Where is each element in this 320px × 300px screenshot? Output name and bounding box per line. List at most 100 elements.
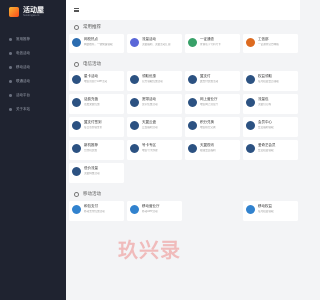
site-card[interactable]: 会员中心 会员福利领取 bbox=[243, 117, 298, 137]
card-text: 网上营业厅 电信网上营业厅 bbox=[200, 97, 218, 106]
card-desc: 每日签到领金币 bbox=[84, 126, 103, 129]
site-icon bbox=[130, 38, 139, 47]
card-text: 号卡专区电信号卡办理 bbox=[142, 143, 158, 152]
site-card[interactable]: 翼支付签到每日签到领金币 bbox=[69, 117, 124, 137]
section-title: 常用推荐 bbox=[83, 24, 101, 29]
card-text: 移动营业厅 移动APP活动 bbox=[142, 204, 160, 213]
site-card[interactable]: 流量活动 流量福利、流量活动汇总 bbox=[127, 34, 182, 53]
watermark: 玖兴录 bbox=[118, 238, 181, 262]
section-title: 电信活动 bbox=[83, 61, 101, 66]
card-text: 和包支付 移动支付优惠活动 bbox=[84, 204, 105, 213]
site-icon bbox=[130, 205, 139, 214]
tag-icon bbox=[74, 24, 79, 30]
card-title: 领取优惠 bbox=[142, 74, 156, 78]
app-title: 活动屋 bbox=[23, 6, 44, 14]
card-text: 新机推荐 合约机优惠 bbox=[84, 143, 98, 152]
site-card[interactable]: 流量包 流量包订购 bbox=[243, 94, 298, 114]
site-card[interactable]: 权益领取 每月权益会员领取 bbox=[243, 71, 298, 91]
card-title: 会员中心 bbox=[258, 120, 272, 124]
card-desc: 合约机优惠 bbox=[84, 149, 97, 152]
card-text: 翼支付签到每日签到领金币 bbox=[84, 120, 102, 129]
card-title: 天翼云盘 bbox=[142, 120, 156, 124]
site-icon bbox=[246, 98, 255, 107]
card-text: 移动权益 每月权益领取 bbox=[258, 204, 274, 213]
section-mobile-header: 移动活动 bbox=[66, 187, 300, 201]
site-card[interactable]: 领取优惠 官方领取优惠活动 bbox=[127, 71, 182, 91]
site-card[interactable]: 天翼视讯 视频会员福利 bbox=[185, 140, 240, 160]
site-icon bbox=[188, 75, 197, 84]
site-card[interactable]: 话费充值话费充值优惠 bbox=[69, 94, 124, 114]
section-title: 移动活动 bbox=[83, 191, 101, 196]
site-card[interactable]: 低价流量 流量特惠活动 bbox=[69, 163, 124, 183]
site-icon bbox=[130, 144, 139, 153]
sidebar-item-platform[interactable]: 活动平台 bbox=[0, 88, 66, 102]
nav-icon bbox=[9, 37, 12, 41]
card-text: 翼支付 翼支付优惠活动 bbox=[200, 74, 218, 83]
site-icon bbox=[130, 121, 139, 130]
site-card[interactable]: 工信部 一证通查官方网站 bbox=[243, 34, 298, 53]
card-text: 网校热点 网络推荐，一键快速领取 bbox=[84, 37, 113, 46]
card-text: 权益领取 每月权益会员领取 bbox=[258, 74, 279, 83]
site-card[interactable]: 天翼云盘云盘福利活动 bbox=[127, 117, 182, 137]
card-title: 新机推荐 bbox=[84, 143, 98, 147]
site-icon bbox=[130, 75, 139, 84]
sidebar-item-mobile[interactable]: 移动活动 bbox=[0, 60, 66, 74]
site-card[interactable]: 一证通查 查询名下号码号卡 bbox=[185, 34, 240, 53]
sidebar-item-label: 联通活动 bbox=[16, 78, 30, 83]
sidebar-item-unicom[interactable]: 联通活动 bbox=[0, 74, 66, 88]
sidebar-item-label: 移动活动 bbox=[16, 64, 30, 69]
site-card[interactable]: 移动权益 每月权益领取 bbox=[243, 201, 298, 221]
site-card[interactable]: 新机推荐 合约机优惠 bbox=[69, 140, 124, 160]
card-text: 星卡活动 电信营业厅APP活动 bbox=[84, 74, 107, 83]
card-text: 工信部 一证通查官方网站 bbox=[258, 37, 279, 46]
card-desc: 流量福利、流量活动汇总 bbox=[142, 43, 171, 46]
site-icon bbox=[188, 121, 197, 130]
card-text: 宽带活动 宽带优惠活动 bbox=[142, 97, 158, 106]
logo[interactable]: 活动屋 huodongwu.cn bbox=[0, 0, 66, 24]
card-title: 宽带活动 bbox=[142, 97, 156, 101]
site-card[interactable]: 宽带活动 宽带优惠活动 bbox=[127, 94, 182, 114]
recommend-grid: 网校热点 网络推荐，一键快速领取 流量活动 流量福利、流量活动汇总 一证通查 查询名下号码… bbox=[66, 34, 300, 53]
card-desc: 电信号卡办理 bbox=[142, 149, 158, 152]
card-text: 一证通查 查询名下号码号卡 bbox=[200, 37, 221, 46]
card-title: 话费充值 bbox=[84, 97, 98, 101]
site-icon bbox=[72, 75, 81, 84]
sidebar-item-telecom[interactable]: 电信活动 bbox=[0, 46, 66, 60]
card-text: 会员中心 会员福利领取 bbox=[258, 120, 274, 129]
sidebar-nav: 常用推荐 电信活动 移动活动 联通活动 活动平台 关于本站 bbox=[0, 32, 66, 116]
site-icon bbox=[188, 98, 197, 107]
site-card[interactable]: 移动营业厅 移动APP活动 bbox=[127, 201, 182, 221]
card-desc: 话费充值优惠 bbox=[84, 103, 100, 106]
card-title: 翼支付签到 bbox=[84, 120, 102, 124]
sidebar-item-recommend[interactable]: 常用推荐 bbox=[0, 32, 66, 46]
site-card[interactable]: 积分兑换 电信积分兑换 bbox=[185, 117, 240, 137]
card-title: 一证通查 bbox=[200, 37, 214, 41]
card-desc: 云盘福利活动 bbox=[142, 126, 158, 129]
site-icon bbox=[246, 205, 255, 214]
section-telecom-header: 电信活动 bbox=[66, 57, 300, 71]
sidebar-item-label: 关于本站 bbox=[16, 106, 30, 111]
site-card[interactable]: 爱奇艺会员 会员权益领取 bbox=[243, 140, 298, 160]
site-icon bbox=[72, 98, 81, 107]
site-icon bbox=[72, 167, 81, 176]
sidebar: 活动屋 huodongwu.cn 常用推荐 电信活动 移动活动 联通活动 活动平… bbox=[0, 0, 66, 300]
card-title: 工信部 bbox=[258, 37, 269, 41]
site-card[interactable]: 网上营业厅 电信网上营业厅 bbox=[185, 94, 240, 114]
site-card[interactable]: 号卡专区电信号卡办理 bbox=[127, 140, 182, 160]
site-icon bbox=[130, 98, 139, 107]
site-card[interactable]: 网校热点 网络推荐，一键快速领取 bbox=[69, 34, 124, 53]
nav-icon bbox=[9, 93, 12, 97]
site-card[interactable]: 和包支付 移动支付优惠活动 bbox=[69, 201, 124, 221]
site-card[interactable]: 翼支付 翼支付优惠活动 bbox=[185, 71, 240, 91]
card-title: 号卡专区 bbox=[142, 143, 156, 147]
site-icon bbox=[72, 205, 81, 214]
site-icon bbox=[246, 38, 255, 47]
card-title: 网校热点 bbox=[84, 37, 98, 41]
sidebar-item-about[interactable]: 关于本站 bbox=[0, 102, 66, 116]
card-title: 和包支付 bbox=[84, 204, 98, 208]
telecom-grid: 星卡活动 电信营业厅APP活动 领取优惠 官方领取优惠活动 翼支付 翼支付优惠活动 权益领取… bbox=[66, 71, 300, 183]
main-content: 常用推荐 网校热点 网络推荐，一键快速领取 流量活动 流量福利、流量活动汇总 一证通查查… bbox=[66, 0, 300, 300]
site-card[interactable]: 星卡活动 电信营业厅APP活动 bbox=[69, 71, 124, 91]
card-title: 移动权益 bbox=[258, 204, 272, 208]
menu-icon[interactable] bbox=[74, 8, 79, 12]
